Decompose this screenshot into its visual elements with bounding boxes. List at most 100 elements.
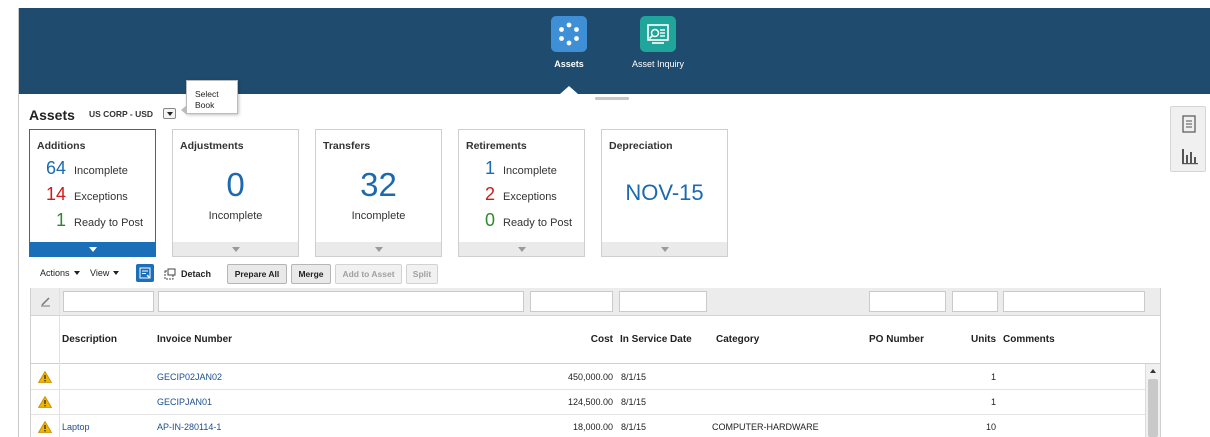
retirements-exceptions-row[interactable]: 2 Exceptions xyxy=(469,184,557,205)
adjustments-expand-toggle[interactable] xyxy=(173,242,298,256)
column-header-cost[interactable]: Cost xyxy=(561,334,613,345)
additions-table: Description Invoice Number Cost In Servi… xyxy=(30,288,1161,437)
adjustments-card[interactable]: Adjustments 0 Incomplete xyxy=(172,129,299,257)
depreciation-period: NOV-15 xyxy=(625,180,704,205)
additions-card[interactable]: Additions 64 Incomplete 14 Exceptions 1 … xyxy=(29,129,156,257)
side-panel xyxy=(1170,106,1206,172)
transfers-card[interactable]: Transfers 32 Incomplete xyxy=(315,129,442,257)
nav-asset-inquiry-button[interactable]: Asset Inquiry xyxy=(613,16,703,69)
column-header-description[interactable]: Description xyxy=(62,334,117,345)
merge-button[interactable]: Merge xyxy=(291,264,331,284)
filter-row xyxy=(31,288,1160,316)
column-header-comments[interactable]: Comments xyxy=(1003,334,1055,345)
detach-button[interactable]: Detach xyxy=(164,268,211,280)
actions-menu-label: Actions xyxy=(40,268,70,278)
cell-units: 1 xyxy=(990,372,996,382)
retirements-exceptions-count: 2 xyxy=(484,184,495,204)
asset-inquiry-icon xyxy=(640,16,676,52)
adjustments-label: Incomplete xyxy=(208,210,263,222)
transfers-title: Transfers xyxy=(323,140,371,152)
invoice-filter-input[interactable] xyxy=(158,291,524,312)
in-service-date-filter-input[interactable] xyxy=(619,291,707,312)
bar-chart-icon[interactable] xyxy=(1181,147,1198,165)
comments-filter-input[interactable] xyxy=(1003,291,1145,312)
units-filter-input[interactable] xyxy=(952,291,998,312)
po-number-filter-input[interactable] xyxy=(869,291,946,312)
scrollbar-thumb[interactable] xyxy=(1148,379,1158,437)
transfers-label: Incomplete xyxy=(351,210,406,222)
table-vertical-scrollbar[interactable] xyxy=(1145,364,1160,437)
retirements-title: Retirements xyxy=(466,140,527,152)
cell-invoice-number-link[interactable]: GECIP02JAN02 xyxy=(157,372,222,382)
filter-toggle-button[interactable] xyxy=(136,264,154,282)
column-header-invoice-number[interactable]: Invoice Number xyxy=(157,334,232,345)
cost-filter-input[interactable] xyxy=(530,291,613,312)
cell-description[interactable]: Laptop xyxy=(62,422,90,432)
retirements-ready-count: 0 xyxy=(484,210,495,230)
column-header-po-number[interactable]: PO Number xyxy=(869,334,924,345)
table-row[interactable]: GECIPJAN01 124,500.00 8/1/15 1 xyxy=(31,390,1145,415)
assets-cycle-icon xyxy=(551,16,587,52)
cell-invoice-number-link[interactable]: GECIPJAN01 xyxy=(157,397,212,407)
retirements-exceptions-label: Exceptions xyxy=(503,191,557,203)
additions-exceptions-count: 14 xyxy=(45,184,66,204)
depreciation-card[interactable]: Depreciation NOV-15 xyxy=(601,129,728,257)
additions-ready-count: 1 xyxy=(55,210,66,230)
prepare-all-button[interactable]: Prepare All xyxy=(227,264,287,284)
additions-incomplete-row[interactable]: 64 Incomplete xyxy=(40,158,128,179)
actions-menu[interactable]: Actions xyxy=(40,268,80,278)
tooltip-line-1: Select xyxy=(195,89,219,99)
chevron-down-icon xyxy=(660,246,669,252)
cell-invoice-number-link[interactable]: AP-IN-280114-1 xyxy=(157,422,221,432)
retirements-expand-toggle[interactable] xyxy=(459,242,584,256)
transfers-count: 32 xyxy=(360,166,397,203)
additions-ready-row[interactable]: 1 Ready to Post xyxy=(40,210,143,231)
additions-incomplete-label: Incomplete xyxy=(74,165,128,177)
transfers-expand-toggle[interactable] xyxy=(316,242,441,256)
table-row[interactable]: GECIP02JAN02 450,000.00 8/1/15 1 xyxy=(31,365,1145,390)
select-book-tooltip: Select Book xyxy=(181,80,238,115)
cell-cost: 124,500.00 xyxy=(567,397,613,407)
additions-incomplete-count: 64 xyxy=(45,158,66,178)
page-title: Assets xyxy=(29,107,75,123)
book-label: US CORP - USD xyxy=(89,109,154,119)
select-book-dropdown-button[interactable] xyxy=(163,108,176,119)
adjustments-count: 0 xyxy=(226,166,245,203)
view-menu-label: View xyxy=(90,268,110,278)
view-menu[interactable]: View xyxy=(90,268,120,278)
cell-in-service-date: 8/1/15 xyxy=(621,422,647,432)
retirements-ready-row[interactable]: 0 Ready to Post xyxy=(469,210,572,231)
column-header-category[interactable]: Category xyxy=(716,334,759,345)
cell-cost: 450,000.00 xyxy=(567,372,613,382)
chevron-down-icon xyxy=(166,111,173,116)
cell-cost: 18,000.00 xyxy=(572,422,613,432)
scroll-up-arrow-icon[interactable] xyxy=(1150,369,1156,373)
depreciation-title: Depreciation xyxy=(609,140,673,152)
chevron-down-icon xyxy=(88,246,97,252)
description-filter-input[interactable] xyxy=(63,291,154,312)
retirements-incomplete-row[interactable]: 1 Incomplete xyxy=(469,158,557,179)
chevron-down-icon xyxy=(113,271,120,275)
column-header-units[interactable]: Units xyxy=(956,334,996,345)
add-to-asset-button[interactable]: Add to Asset xyxy=(335,264,402,284)
tooltip-line-2: Book xyxy=(195,100,215,110)
panel-drag-handle[interactable] xyxy=(595,97,629,100)
chevron-down-icon xyxy=(374,246,383,252)
additions-exceptions-row[interactable]: 14 Exceptions xyxy=(40,184,128,205)
additions-title: Additions xyxy=(37,140,86,152)
additions-expand-toggle[interactable] xyxy=(30,242,155,256)
chevron-down-icon xyxy=(231,246,240,252)
additions-ready-label: Ready to Post xyxy=(74,217,144,229)
retirements-ready-label: Ready to Post xyxy=(503,217,573,229)
detach-icon xyxy=(164,268,176,280)
table-row[interactable]: Laptop AP-IN-280114-1 18,000.00 8/1/15 C… xyxy=(31,415,1145,437)
column-header-in-service-date[interactable]: In Service Date xyxy=(620,334,692,345)
depreciation-expand-toggle[interactable] xyxy=(602,242,727,256)
document-list-icon[interactable] xyxy=(1181,115,1197,133)
nav-assets-button[interactable]: Assets xyxy=(524,16,614,69)
chevron-down-icon xyxy=(517,246,526,252)
retirements-card[interactable]: Retirements 1 Incomplete 2 Exceptions 0 … xyxy=(458,129,585,257)
split-button[interactable]: Split xyxy=(406,264,438,284)
warning-icon xyxy=(38,396,52,408)
adjustments-title: Adjustments xyxy=(180,140,244,152)
